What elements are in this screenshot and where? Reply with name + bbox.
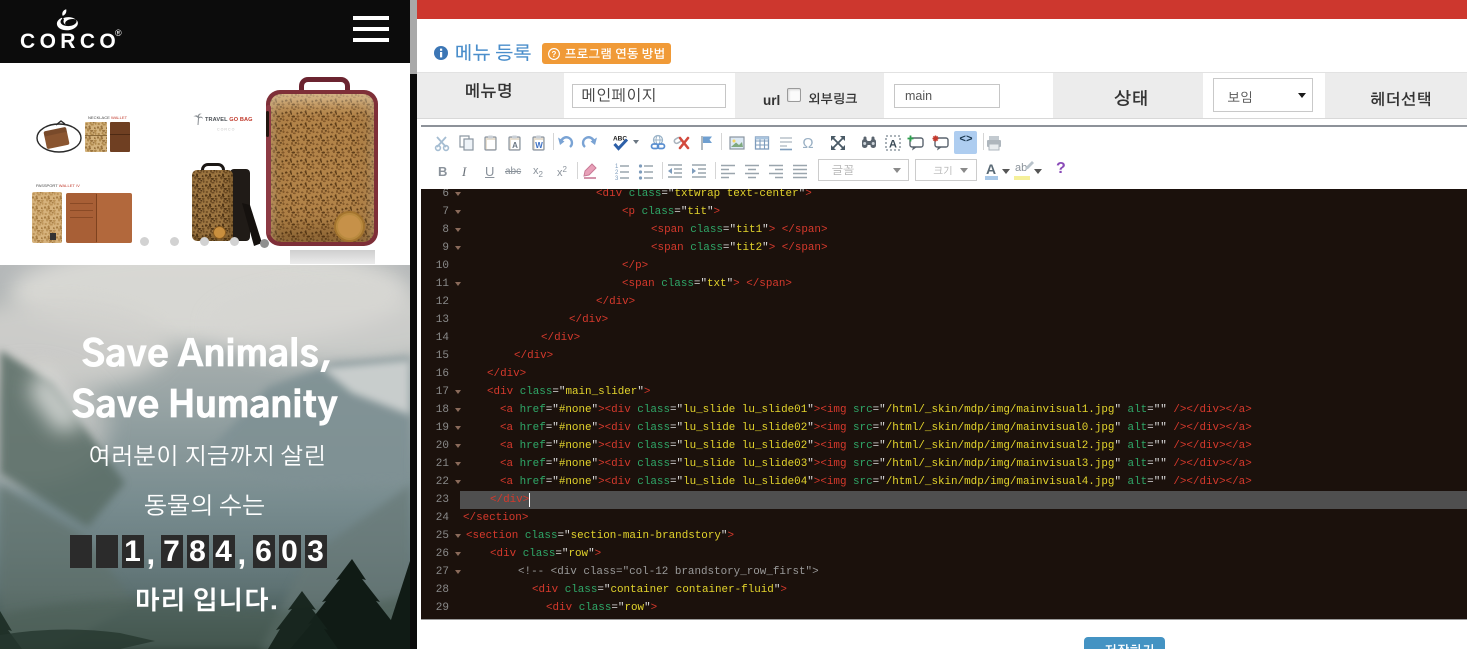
svg-text:W: W xyxy=(535,141,543,150)
svg-text:A: A xyxy=(512,141,518,150)
svg-text:3: 3 xyxy=(615,176,619,180)
svg-text:Ω: Ω xyxy=(802,135,813,152)
svg-text:?: ? xyxy=(552,50,557,59)
svg-text:A: A xyxy=(889,139,897,151)
